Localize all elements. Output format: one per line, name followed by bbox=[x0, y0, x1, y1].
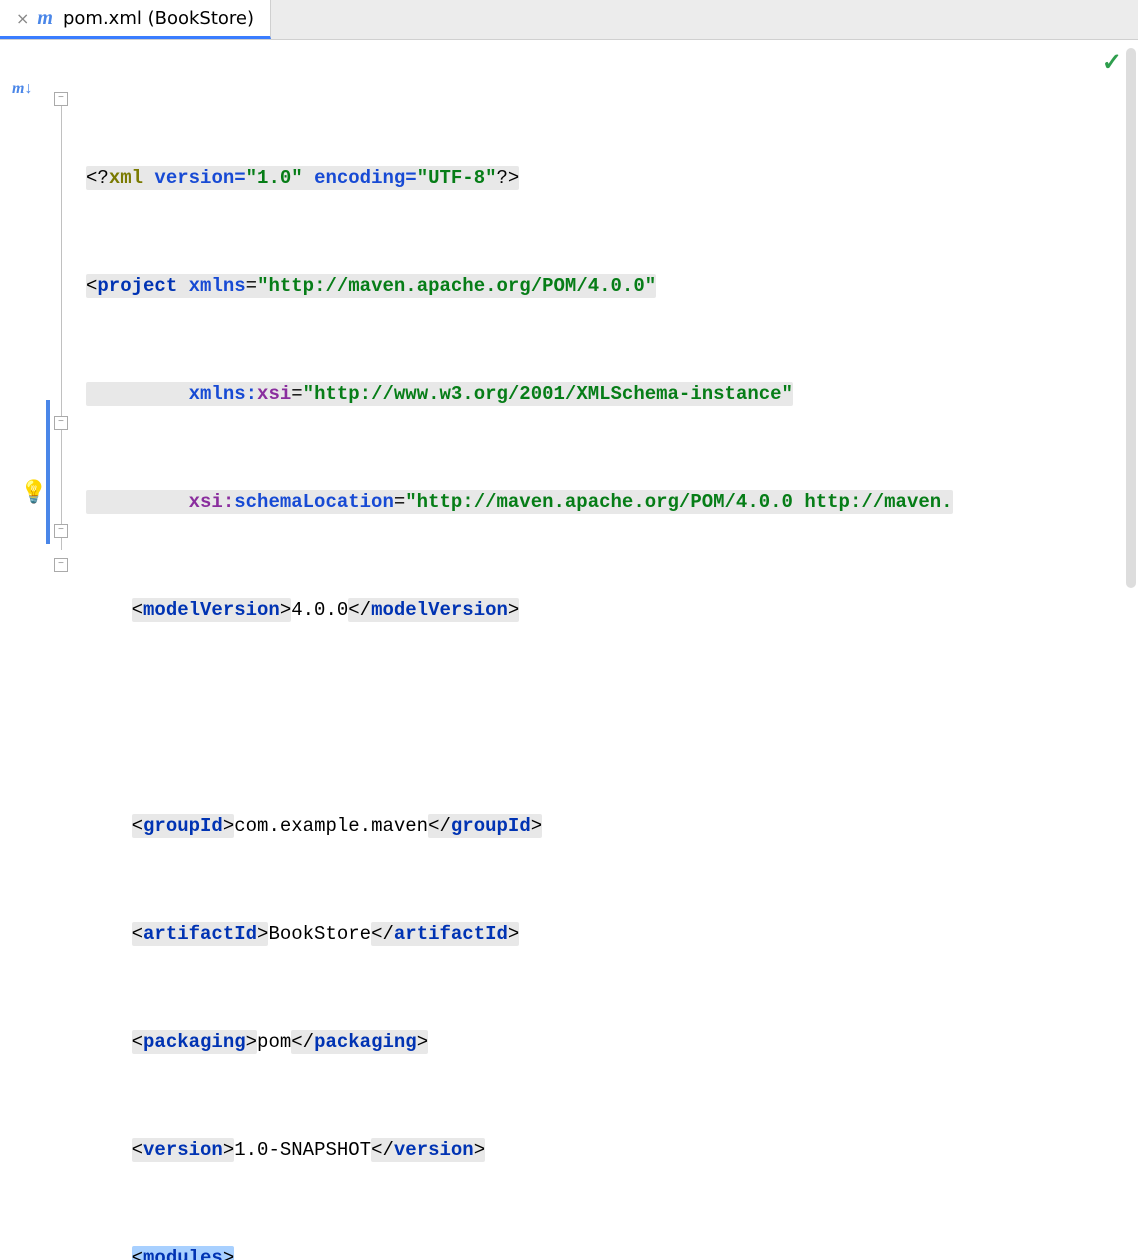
fold-handle[interactable]: − bbox=[54, 524, 68, 538]
fold-handle[interactable]: − bbox=[54, 416, 68, 430]
tab-pom-xml[interactable]: × m pom.xml (BookStore) bbox=[0, 0, 271, 39]
maven-reload-icon[interactable]: m↓ bbox=[12, 80, 32, 98]
editor: m↓ − − − − 💡 <?xml version="1.0" encodin… bbox=[0, 40, 1138, 630]
fold-handle[interactable]: − bbox=[54, 92, 68, 106]
code-area[interactable]: <?xml version="1.0" encoding="UTF-8"?> <… bbox=[80, 40, 1138, 630]
fold-handle[interactable]: − bbox=[54, 558, 68, 572]
tab-bar: × m pom.xml (BookStore) bbox=[0, 0, 1138, 40]
left-gutter: m↓ bbox=[0, 40, 48, 630]
close-icon[interactable]: × bbox=[16, 9, 29, 28]
maven-icon: m bbox=[37, 7, 53, 30]
tab-title: pom.xml (BookStore) bbox=[63, 8, 254, 29]
check-icon: ✓ bbox=[1102, 48, 1122, 78]
scrollbar[interactable] bbox=[1126, 48, 1136, 588]
bulb-icon[interactable]: 💡 bbox=[20, 480, 47, 506]
fold-gutter: − − − − 💡 bbox=[48, 40, 80, 630]
